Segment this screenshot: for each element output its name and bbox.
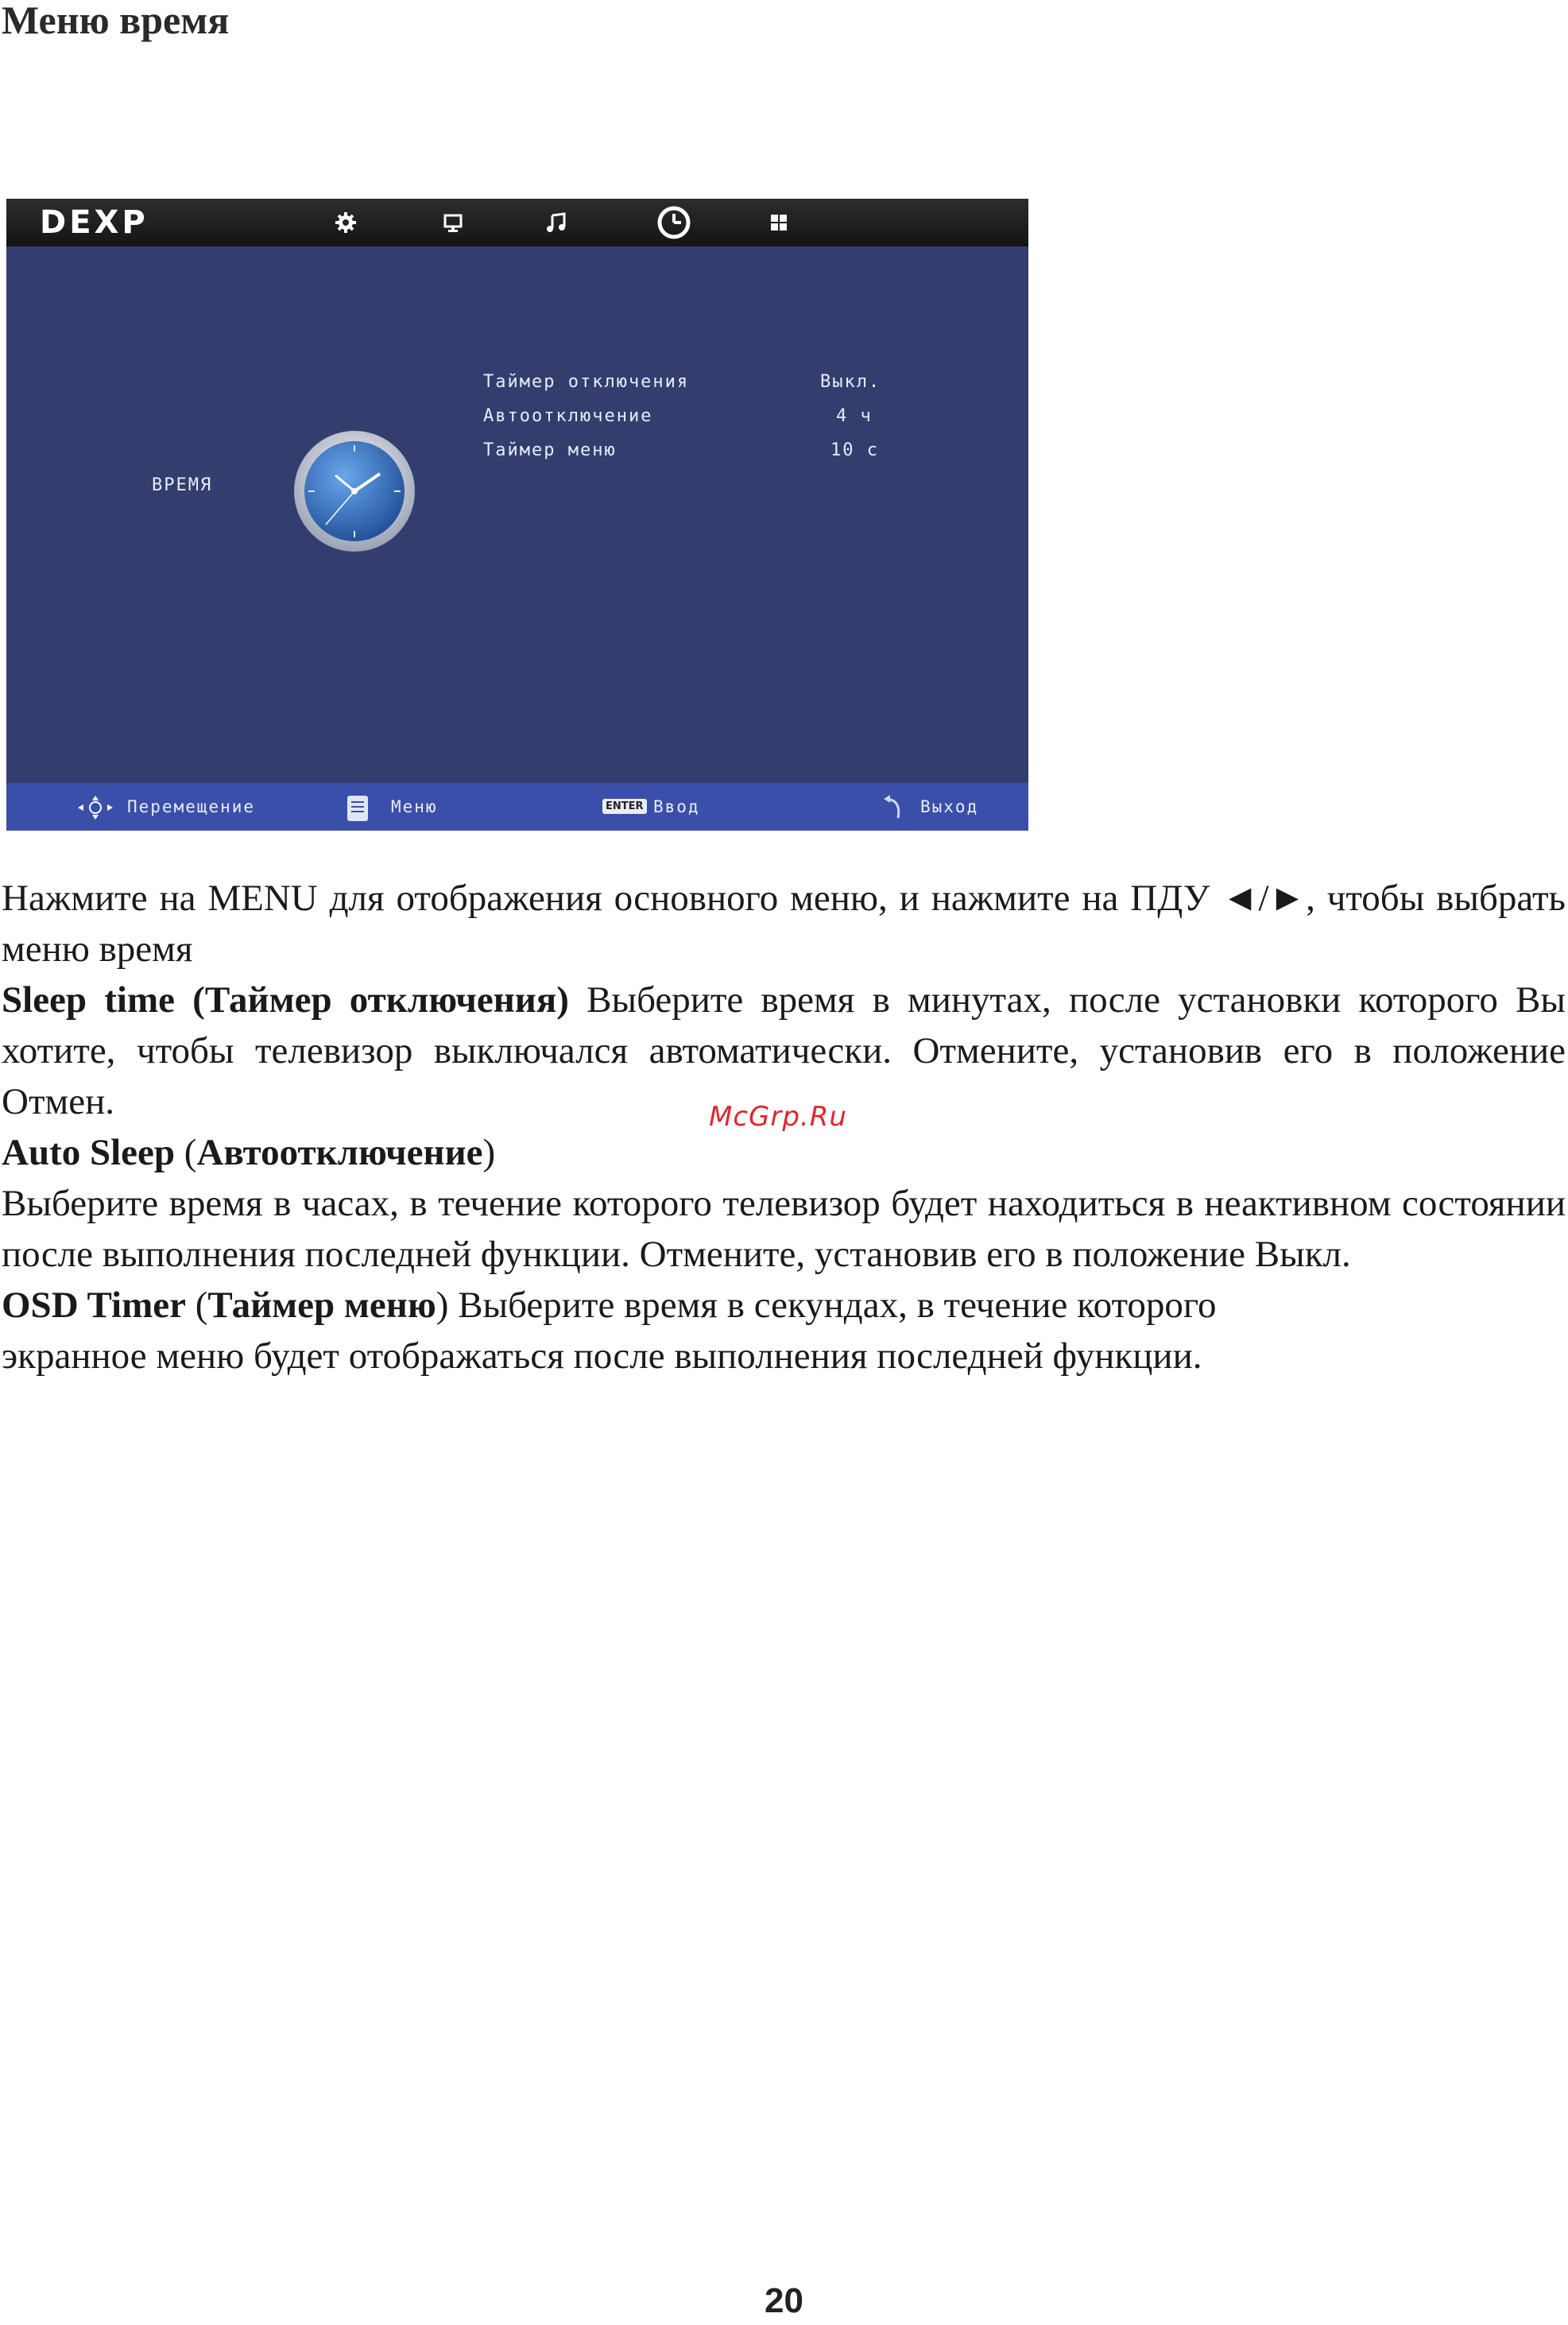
hint-move: Перемещение xyxy=(127,797,256,816)
tv-hint-bar: Перемещение Меню ENTER Ввод Выход xyxy=(6,783,1028,831)
clock-illustration-icon xyxy=(291,428,418,559)
setting-label-auto-sleep[interactable]: Автоотключение xyxy=(483,406,652,426)
navigation-arrows-icon xyxy=(76,794,114,825)
page-title: Меню время xyxy=(2,0,230,42)
section-label: ВРЕМЯ xyxy=(152,475,213,495)
setting-label-sleep-timer[interactable]: Таймер отключения xyxy=(483,372,689,392)
intro-paragraph: Нажмите на MENU для отображения основног… xyxy=(2,878,1566,970)
auto-sleep-paragraph: Выберите время в часах, в течение которо… xyxy=(2,1183,1566,1275)
clock-icon xyxy=(656,205,691,240)
tab-sound[interactable] xyxy=(539,205,574,240)
tab-time[interactable] xyxy=(656,205,691,240)
page-number: 20 xyxy=(765,2281,803,2320)
tv-top-bar: DEXP xyxy=(6,199,1028,246)
sleep-time-title: Sleep time (Таймер отключения) xyxy=(2,979,569,1021)
hint-menu: Меню xyxy=(391,797,438,816)
tab-options[interactable] xyxy=(761,205,796,240)
osd-timer-text-2: экранное меню будет отображаться после в… xyxy=(2,1335,1202,1377)
setting-value-auto-sleep[interactable]: 4 ч xyxy=(836,406,873,426)
enter-key-icon: ENTER xyxy=(602,799,647,814)
auto-sleep-heading: Auto Sleep (Автоотключение) xyxy=(2,1127,1566,1178)
setting-label-osd-timer[interactable]: Таймер меню xyxy=(483,440,617,460)
return-arrow-icon xyxy=(881,794,908,827)
osd-timer-title-ru: Таймер меню xyxy=(207,1285,436,1326)
tab-screen[interactable] xyxy=(436,205,470,240)
osd-timer-close-paren: ) xyxy=(436,1285,449,1326)
hint-exit: Выход xyxy=(920,797,979,816)
setting-value-sleep-timer[interactable]: Выкл. xyxy=(820,372,881,392)
monitor-icon xyxy=(441,211,465,234)
music-note-icon xyxy=(544,211,568,234)
osd-timer-paragraph: OSD Timer (Таймер меню) Выберите время в… xyxy=(2,1280,1566,1381)
menu-doc-icon xyxy=(344,794,371,827)
gear-icon xyxy=(334,211,358,234)
auto-sleep-open-paren: ( xyxy=(175,1132,197,1173)
auto-sleep-title-en: Auto Sleep xyxy=(2,1132,176,1173)
auto-sleep-close-paren: ) xyxy=(482,1132,496,1173)
osd-timer-title-en: OSD Timer xyxy=(2,1285,186,1326)
hint-enter: Ввод xyxy=(653,797,700,816)
auto-sleep-title-ru: Автоотключение xyxy=(196,1132,483,1173)
grid-icon xyxy=(769,212,789,233)
osd-timer-open-paren: ( xyxy=(185,1285,208,1326)
brand-logo: DEXP xyxy=(40,204,149,241)
setting-value-osd-timer[interactable]: 10 с xyxy=(830,440,879,460)
tv-menu-screenshot: DEXP ВРЕМЯ Таймер отключения Выкл. Автоо… xyxy=(6,199,1028,831)
watermark: McGrp.Ru xyxy=(709,1101,847,1133)
osd-timer-text-1: Выберите время в секундах, в течение кот… xyxy=(448,1285,1217,1326)
tab-picture-settings[interactable] xyxy=(328,205,363,240)
